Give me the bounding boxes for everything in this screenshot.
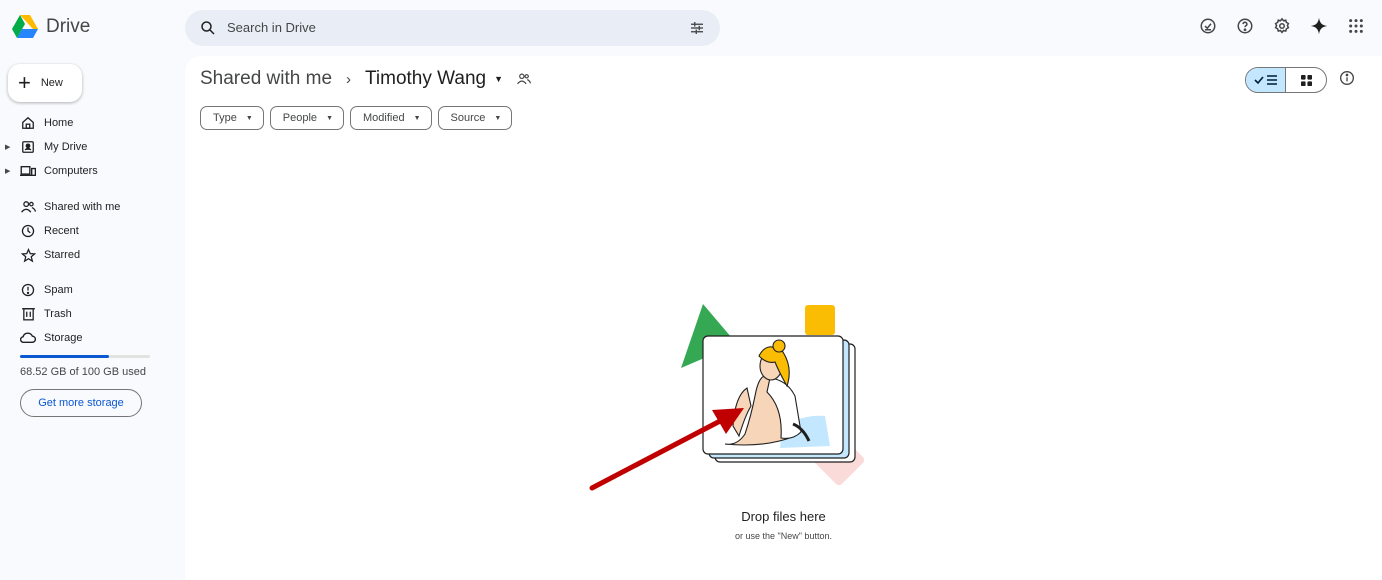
help-icon[interactable] [1233,14,1257,38]
chevron-down-icon: ▼ [245,114,253,122]
sidebar-item-label: Shared with me [44,201,121,213]
sidebar-item-recent[interactable]: Recent [0,220,185,242]
list-view-check-icon [1253,75,1277,85]
gemini-sparkle-icon[interactable] [1307,14,1331,38]
search-bar[interactable]: Search in Drive [185,10,720,46]
info-icon[interactable] [1339,70,1355,86]
grid-view-button[interactable] [1286,68,1326,92]
sidebar-item-label: My Drive [44,141,88,153]
shared-folder-people-icon [517,73,532,85]
plus-icon: + [18,70,31,95]
home-icon [20,115,36,131]
drop-files-title: Drop files here [741,509,826,524]
chevron-down-icon: ▼ [326,114,333,122]
sidebar-item-label: Starred [44,249,81,261]
drive-logo-icon[interactable] [12,14,38,40]
shared-people-icon [20,199,36,215]
list-view-button[interactable] [1246,68,1287,92]
settings-gear-icon[interactable] [1270,14,1294,38]
search-input[interactable]: Search in Drive [227,20,316,35]
filter-modified-chip[interactable]: Modified ▼ [350,106,432,130]
folder-menu-caret-icon[interactable]: ▼ [494,74,503,84]
cloud-icon [20,330,36,346]
sidebar-item-my-drive[interactable]: ▶ My Drive [0,136,185,158]
breadcrumb-separator-icon: › [346,70,352,88]
sidebar-item-spam[interactable]: Spam [0,279,185,301]
chevron-down-icon: ▼ [494,114,502,122]
sidebar-item-label: Spam [44,284,73,296]
breadcrumb: Shared with me › Timothy Wang ▼ [200,68,532,90]
sidebar-item-storage[interactable]: Storage [0,327,185,349]
sidebar-item-label: Trash [44,308,72,320]
my-drive-icon [20,139,36,155]
star-icon [20,247,36,263]
chip-label: Modified [363,112,405,124]
sidebar-item-computers[interactable]: ▶ Computers [0,160,185,182]
breadcrumb-shared-with-me[interactable]: Shared with me [200,68,332,90]
top-icons [1196,14,1368,38]
spam-icon [20,282,36,298]
sidebar-item-label: Recent [44,225,79,237]
sidebar-item-shared-with-me[interactable]: Shared with me [0,196,185,218]
view-toggle [1245,67,1327,93]
apps-grid-icon[interactable] [1344,14,1368,38]
filter-people-chip[interactable]: People ▼ [269,106,344,130]
sidebar-item-trash[interactable]: Trash [0,303,185,325]
sidebar-item-label: Storage [44,332,83,344]
sidebar-item-home[interactable]: Home [0,112,185,134]
search-icon[interactable] [199,19,217,37]
get-more-storage-button[interactable]: Get more storage [20,389,142,417]
trash-icon [20,306,36,322]
main-content: Shared with me › Timothy Wang ▼ Type ▼ Pe… [185,56,1382,580]
ready-for-offline-icon[interactable] [1196,14,1220,38]
sidebar-item-starred[interactable]: Starred [0,244,185,266]
storage-usage-text: 68.52 GB of 100 GB used [20,366,146,378]
new-button-label: New [40,77,63,89]
filter-source-chip[interactable]: Source ▼ [437,106,513,130]
chip-label: People [282,112,318,124]
grid-view-icon [1300,74,1312,86]
expand-caret-icon[interactable]: ▶ [5,143,10,151]
new-button[interactable]: + New [8,64,82,102]
storage-meter [20,355,150,358]
sidebar-item-label: Home [44,117,74,129]
expand-caret-icon[interactable]: ▶ [5,167,10,175]
drop-files-subtitle: or use the "New" button. [735,531,832,541]
chevron-down-icon: ▼ [413,114,421,122]
app-name[interactable]: Drive [46,16,90,38]
computers-icon [20,163,36,179]
search-options-icon[interactable] [688,19,706,37]
chip-label: Source [450,112,486,124]
filter-chips: Type ▼ People ▼ Modified ▼ Source ▼ [200,106,513,130]
breadcrumb-current-folder[interactable]: Timothy Wang [365,68,486,90]
sidebar: + New Home ▶ My Drive ▶ Computers Shared… [0,56,185,580]
chip-label: Type [213,112,237,124]
top-bar: Drive Search in Drive [0,0,1382,56]
clock-icon [20,223,36,239]
storage-meter-fill [20,355,110,358]
drop-files-illustration [681,304,865,486]
sidebar-item-label: Computers [44,165,98,177]
filter-type-chip[interactable]: Type ▼ [200,106,264,130]
